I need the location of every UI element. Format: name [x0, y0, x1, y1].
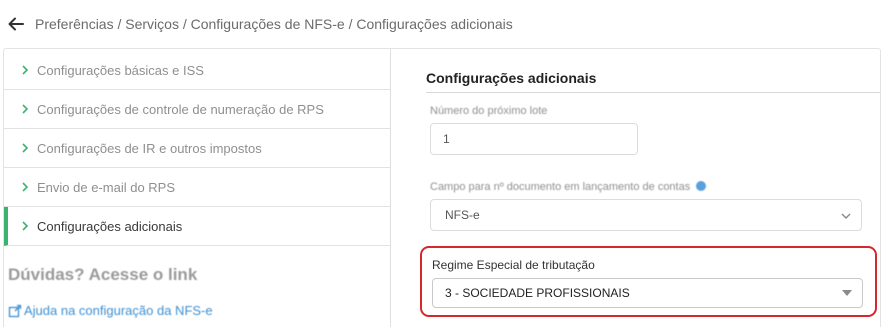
chevron-right-icon	[22, 104, 29, 114]
doc-field-select[interactable]: NFS-e	[430, 199, 862, 231]
regime-select[interactable]: 3 - SOCIEDADE PROFISSIONAIS	[432, 278, 863, 308]
help-link[interactable]: Ajuda na configuração da NFS-e	[8, 303, 213, 318]
chevron-right-icon	[22, 143, 29, 153]
sidebar-item-label: Configurações de controle de numeração d…	[37, 101, 324, 117]
section-divider	[426, 92, 880, 93]
info-icon[interactable]	[696, 181, 707, 191]
sidebar-item-basic-iss[interactable]: Configurações básicas e ISS	[4, 51, 391, 90]
chevron-right-icon	[22, 182, 29, 192]
doc-field-select-value: NFS-e	[445, 208, 480, 222]
page: Preferências / Serviços / Configurações …	[0, 0, 884, 327]
sidebar-item-label: Configurações de IR e outros impostos	[37, 140, 262, 156]
sidebar-item-rps-email[interactable]: Envio de e-mail do RPS	[4, 168, 391, 207]
help-title: Dúvidas? Acesse o link	[8, 265, 198, 284]
regime-label: Regime Especial de tributação	[432, 258, 595, 272]
doc-field-label: Campo para nº documento em lançamento de…	[430, 181, 707, 193]
chevron-right-icon	[22, 65, 29, 75]
external-link-icon	[8, 304, 22, 317]
regime-highlight-box: Regime Especial de tributação 3 - SOCIED…	[420, 246, 877, 317]
section-title: Configurações adicionais	[426, 70, 597, 86]
sidebar-item-additional-settings[interactable]: Configurações adicionais	[4, 207, 391, 246]
back-arrow-icon[interactable]	[6, 14, 26, 34]
sidebar-item-label: Envio de e-mail do RPS	[37, 179, 176, 195]
sidebar-item-label: Configurações básicas e ISS	[37, 62, 204, 78]
breadcrumb-bar: Preferências / Serviços / Configurações …	[0, 0, 884, 48]
next-batch-input[interactable]: 1	[430, 123, 638, 155]
sidebar-item-label: Configurações adicionais	[37, 218, 183, 234]
breadcrumb: Preferências / Serviços / Configurações …	[35, 16, 513, 32]
next-batch-label: Número do próximo lote	[430, 105, 548, 117]
chevron-right-icon	[22, 221, 29, 231]
settings-sidebar: Configurações básicas e ISS Configuraçõe…	[4, 49, 391, 327]
sidebar-item-ir-taxes[interactable]: Configurações de IR e outros impostos	[4, 129, 391, 168]
settings-card: Configurações básicas e ISS Configuraçõe…	[3, 48, 881, 327]
caret-down-icon	[842, 290, 852, 296]
sidebar-item-rps-numbering[interactable]: Configurações de controle de numeração d…	[4, 90, 391, 129]
help-link-label: Ajuda na configuração da NFS-e	[24, 303, 213, 318]
regime-select-value: 3 - SOCIEDADE PROFISSIONAIS	[445, 286, 630, 300]
doc-field-label-text: Campo para nº documento em lançamento de…	[430, 181, 691, 193]
main-content: Configurações adicionais Número do próxi…	[392, 49, 880, 327]
chevron-down-icon	[841, 213, 851, 219]
